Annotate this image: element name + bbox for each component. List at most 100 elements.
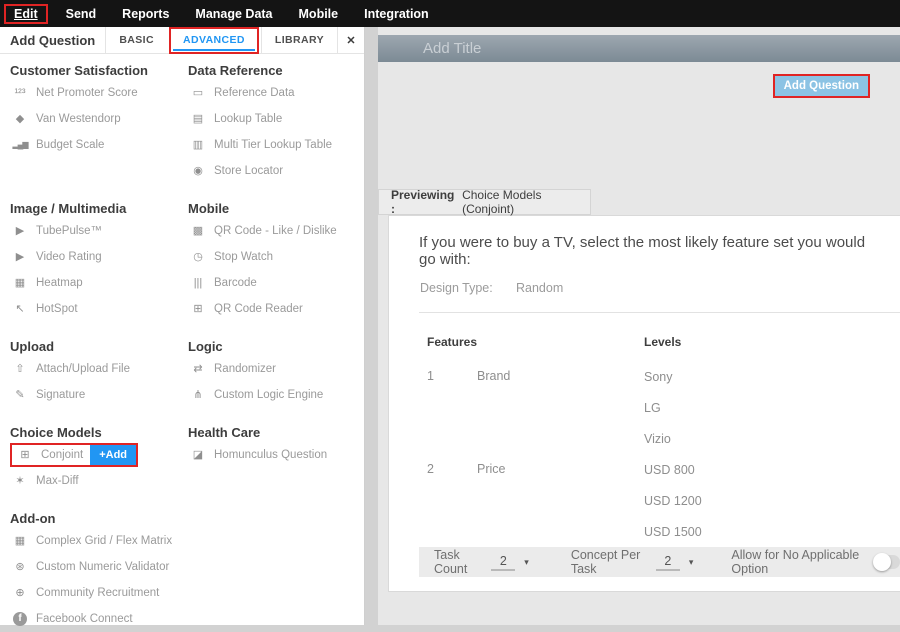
conjoint-grid-icon: ⊞: [15, 450, 35, 461]
question-type-multi-tier-lookup-table[interactable]: ▥ Multi Tier Lookup Table: [188, 132, 360, 158]
conjoint-table-header: Features Levels: [427, 335, 900, 349]
tab-library[interactable]: LIBRARY: [261, 27, 337, 53]
question-type-label: TubePulse™: [36, 225, 102, 237]
question-type-conjoint[interactable]: ⊞ Conjoint: [12, 445, 90, 465]
feature-number: 2: [427, 454, 477, 547]
tab-basic[interactable]: BASIC: [105, 27, 167, 53]
level-value: USD 1500: [644, 516, 702, 547]
question-type-label: Budget Scale: [36, 139, 104, 151]
section-row: Customer Satisfaction ¹²³ Net Promoter S…: [10, 60, 364, 184]
task-count-dropdown[interactable]: 2 ▾: [491, 554, 529, 571]
question-preview-panel: If you were to buy a TV, select the most…: [388, 215, 900, 592]
question-text: If you were to buy a TV, select the most…: [419, 234, 870, 268]
concept-per-task-label: Concept Per Task: [571, 548, 647, 576]
question-type-randomizer[interactable]: ⇄ Randomizer: [188, 356, 360, 382]
survey-editor-area: Add Title Add Question Previewing : Choi…: [378, 27, 900, 625]
table-row: 1 Brand Sony LG Vizio: [427, 361, 900, 454]
question-type-tubepulse[interactable]: ▶ TubePulse™: [10, 218, 188, 244]
section-heading: Upload: [10, 336, 188, 356]
question-type-signature[interactable]: ✎ Signature: [10, 382, 188, 408]
nav-item-reports[interactable]: Reports: [109, 7, 182, 21]
question-type-heatmap[interactable]: ▦ Heatmap: [10, 270, 188, 296]
question-type-facebook-connect[interactable]: f Facebook Connect: [10, 606, 188, 632]
question-type-label: Community Recruitment: [36, 587, 159, 599]
conjoint-add-button[interactable]: +Add: [90, 445, 136, 465]
question-type-label: Signature: [36, 389, 85, 401]
concept-per-task-value: 2: [656, 554, 680, 571]
question-type-stop-watch[interactable]: ◷ Stop Watch: [188, 244, 360, 270]
preview-tab-prefix: Previewing :: [391, 188, 458, 216]
nav-item-integration[interactable]: Integration: [351, 7, 442, 21]
feature-name: Price: [477, 454, 644, 547]
bar-chart-icon: ▂▄▆: [10, 141, 30, 149]
question-type-label: Heatmap: [36, 277, 83, 289]
question-type-label: Max-Diff: [36, 475, 79, 487]
feature-levels: Sony LG Vizio: [644, 361, 673, 454]
question-type-net-promoter-score[interactable]: ¹²³ Net Promoter Score: [10, 80, 188, 106]
section-add-on: Add-on ▦ Complex Grid / Flex Matrix ⊛ Cu…: [10, 508, 188, 632]
price-tag-icon: ◆: [10, 114, 30, 125]
question-type-custom-logic-engine[interactable]: ⋔ Custom Logic Engine: [188, 382, 360, 408]
barcode-icon: |||: [188, 278, 208, 289]
nav-item-edit[interactable]: Edit: [4, 4, 48, 24]
section-heading: Add-on: [10, 508, 188, 528]
top-nav: Edit Send Reports Manage Data Mobile Int…: [0, 0, 900, 27]
question-type-label: QR Code Reader: [214, 303, 303, 315]
question-type-label: Custom Numeric Validator: [36, 561, 169, 573]
no-applicable-option-toggle[interactable]: [875, 555, 900, 569]
question-type-label: Video Rating: [36, 251, 102, 263]
chevron-down-icon: ▾: [689, 557, 694, 571]
nav-item-manage-data[interactable]: Manage Data: [182, 7, 285, 21]
question-type-qr-code-like-dislike[interactable]: ▩ QR Code - Like / Dislike: [188, 218, 360, 244]
question-type-budget-scale[interactable]: ▂▄▆ Budget Scale: [10, 132, 188, 158]
concept-per-task-dropdown[interactable]: 2 ▾: [656, 554, 694, 571]
question-type-attach-upload-file[interactable]: ⇧ Attach/Upload File: [10, 356, 188, 382]
close-icon[interactable]: ✕: [337, 27, 364, 53]
table-icon: ▤: [188, 114, 208, 125]
tab-advanced[interactable]: ADVANCED: [167, 27, 261, 53]
section-empty: [188, 508, 360, 632]
question-type-barcode[interactable]: ||| Barcode: [188, 270, 360, 296]
section-health-care: Health Care ◪ Homunculus Question: [188, 422, 360, 494]
question-type-lookup-table[interactable]: ▤ Lookup Table: [188, 106, 360, 132]
cursor-icon: ↖: [10, 304, 30, 315]
question-type-complex-grid-flex-matrix[interactable]: ▦ Complex Grid / Flex Matrix: [10, 528, 188, 554]
design-type-row: Design Type: Random: [420, 281, 900, 295]
question-type-reference-data[interactable]: ▭ Reference Data: [188, 80, 360, 106]
question-type-label: QR Code - Like / Dislike: [214, 225, 337, 237]
question-type-max-diff[interactable]: ✶ Max-Diff: [10, 468, 188, 494]
question-type-label: Multi Tier Lookup Table: [214, 139, 332, 151]
feature-number: 1: [427, 361, 477, 454]
add-question-button[interactable]: Add Question: [775, 76, 868, 96]
question-type-custom-numeric-validator[interactable]: ⊛ Custom Numeric Validator: [10, 554, 188, 580]
question-type-store-locator[interactable]: ◉ Store Locator: [188, 158, 360, 184]
question-type-label: Conjoint: [41, 449, 83, 461]
question-type-label: Lookup Table: [214, 113, 282, 125]
nav-item-mobile[interactable]: Mobile: [286, 7, 352, 21]
panel-header: Add Question BASIC ADVANCED LIBRARY ✕: [0, 27, 364, 54]
question-type-van-westendorp[interactable]: ◆ Van Westendorp: [10, 106, 188, 132]
question-type-qr-code-reader[interactable]: ⊞ QR Code Reader: [188, 296, 360, 322]
homunculus-image-icon: ◪: [188, 450, 208, 461]
upload-icon: ⇧: [10, 364, 30, 375]
question-type-label: Van Westendorp: [36, 113, 121, 125]
question-type-homunculus-question[interactable]: ◪ Homunculus Question: [188, 442, 360, 468]
facebook-icon: f: [13, 612, 27, 626]
question-type-label: Homunculus Question: [214, 449, 327, 461]
section-customer-satisfaction: Customer Satisfaction ¹²³ Net Promoter S…: [10, 60, 188, 184]
nav-item-send[interactable]: Send: [53, 7, 110, 21]
task-count-value: 2: [491, 554, 515, 571]
net-promoter-score-icon: ¹²³: [10, 88, 30, 99]
reference-data-icon: ▭: [188, 88, 208, 99]
section-row: Choice Models ⊞ Conjoint +Add ✶ Max-Diff: [10, 422, 364, 494]
question-type-label: Stop Watch: [214, 251, 273, 263]
question-type-community-recruitment[interactable]: ⊕ Community Recruitment: [10, 580, 188, 606]
survey-title-placeholder[interactable]: Add Title: [378, 35, 900, 62]
question-type-label: Reference Data: [214, 87, 295, 99]
preview-tab-label: Choice Models (Conjoint): [462, 188, 590, 216]
question-type-label: Custom Logic Engine: [214, 389, 323, 401]
question-type-hotspot[interactable]: ↖ HotSpot: [10, 296, 188, 322]
branch-icon: ⋔: [188, 390, 208, 401]
question-type-video-rating[interactable]: ▶ Video Rating: [10, 244, 188, 270]
map-pin-icon: ◉: [188, 166, 208, 177]
